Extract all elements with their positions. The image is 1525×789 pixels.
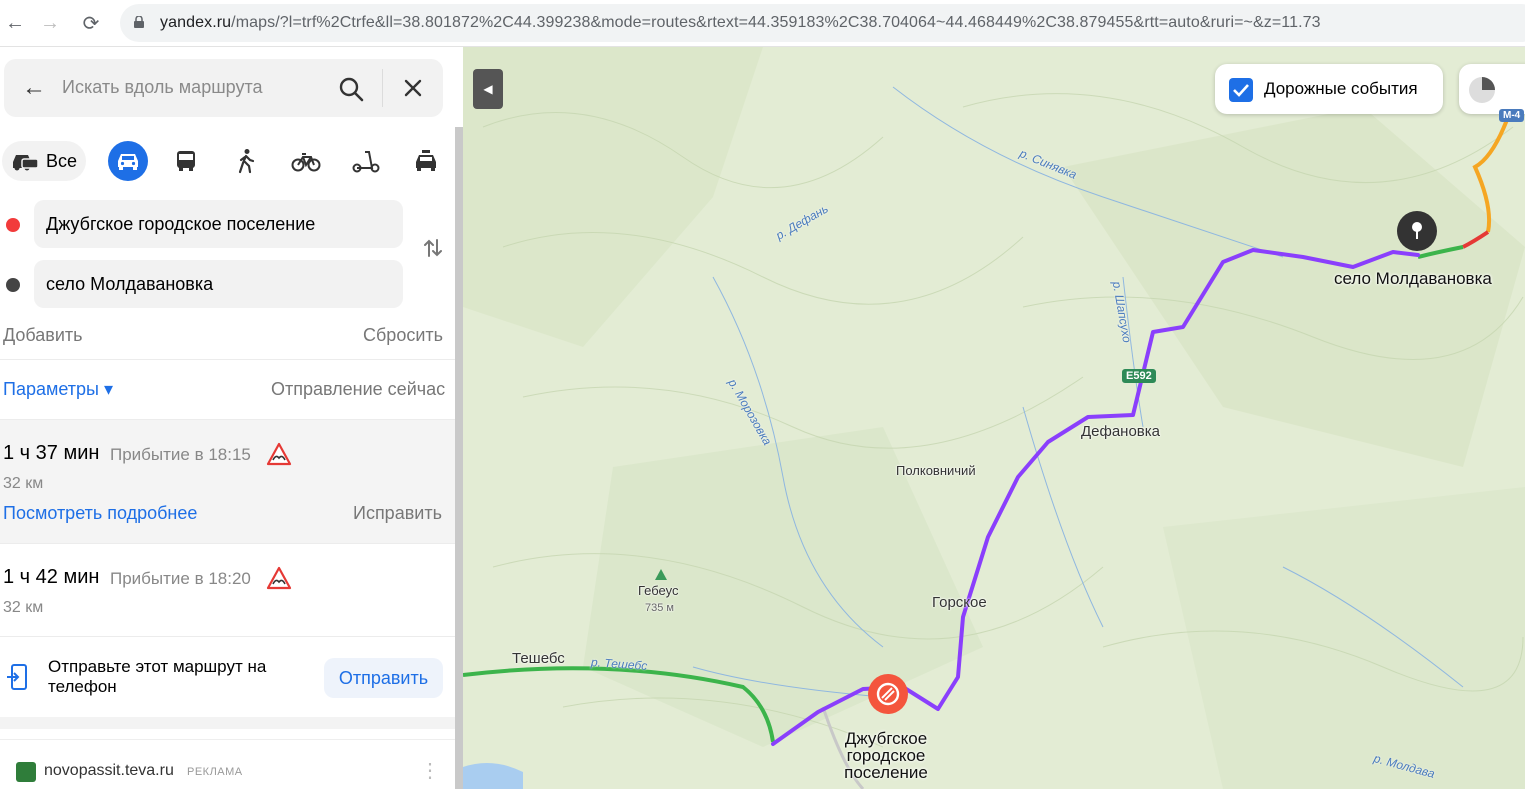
route-fix-link[interactable]: Исправить (353, 503, 442, 524)
route-sidebar: ← Все (0, 47, 463, 789)
close-icon[interactable] (402, 77, 424, 99)
start-label: Джубгское городское поселение (844, 729, 928, 782)
route-search-box: ← (4, 59, 443, 117)
browser-back-icon[interactable]: ← (2, 10, 28, 36)
browser-toolbar: ← → ⟳ yandex.ru/maps/?l=trf%2Ctrfe&ll=38… (0, 0, 1525, 47)
map-terrain (463, 47, 1525, 789)
peak-elevation: 735 м (645, 602, 674, 614)
browser-reload-icon[interactable]: ⟳ (78, 10, 104, 36)
end-point-dot (6, 278, 20, 292)
route-details-link[interactable]: Посмотреть подробнее (3, 503, 197, 524)
scooter-icon (352, 151, 380, 173)
road-events-label: Дорожные события (1264, 79, 1418, 98)
back-arrow-icon[interactable]: ← (22, 76, 46, 100)
mode-car-button[interactable] (108, 141, 148, 181)
place-label: Полковничий (896, 463, 976, 478)
road-badge-m4: М-4 (1499, 109, 1525, 122)
taxi-icon (416, 150, 436, 171)
mode-walk-button[interactable] (226, 141, 266, 181)
lock-icon (134, 16, 144, 28)
more-icon[interactable]: ⋮ (420, 758, 440, 783)
mode-all-button[interactable]: Все (2, 141, 86, 181)
section-gap (0, 717, 455, 729)
destination-label: село Молдавановка (1334, 269, 1492, 288)
route-distance: 32 км (3, 475, 44, 492)
reset-link[interactable]: Сбросить (363, 325, 443, 346)
bicycle-icon (291, 153, 321, 172)
start-point-dot (6, 218, 20, 232)
depart-time-selector[interactable]: Отправление сейчас (271, 379, 445, 400)
mode-all-label: Все (46, 150, 78, 171)
road-events-toggle[interactable]: Дорожные события (1215, 64, 1443, 114)
route-option-2[interactable]: 1 ч 42 мин Прибытие в 18:20 32 км (0, 544, 455, 636)
to-point-field[interactable]: село Молдавановка (34, 260, 403, 308)
divider (0, 359, 463, 360)
start-pin-icon[interactable] (868, 674, 908, 714)
mode-bus-button[interactable] (166, 141, 206, 181)
params-dropdown[interactable]: Параметры ▾ (3, 379, 113, 400)
send-button[interactable]: Отправить (324, 658, 443, 698)
mode-taxi-button[interactable] (406, 141, 446, 181)
road-warning-icon (266, 566, 292, 590)
peak-label: Гебеус (638, 583, 679, 598)
collapse-sidebar-button[interactable]: ◀ (473, 69, 503, 109)
add-point-link[interactable]: Добавить (3, 325, 83, 346)
route-search-input[interactable] (62, 77, 312, 98)
layers-control[interactable] (1459, 64, 1525, 114)
pedestrian-icon (238, 149, 255, 174)
place-label: Дефановка (1081, 423, 1161, 440)
transport-modes: Все (0, 139, 463, 183)
car-icon (118, 154, 138, 170)
search-icon[interactable] (338, 76, 364, 102)
ad-logo (16, 762, 36, 782)
place-label: Тешебс (512, 650, 565, 667)
search-divider (382, 69, 383, 107)
route-duration: 1 ч 37 мин (3, 442, 100, 464)
cars-icon (13, 155, 39, 171)
road-badge-e592: E592 (1122, 369, 1156, 383)
destination-pin-icon[interactable] (1397, 211, 1437, 251)
address-bar[interactable]: yandex.ru/maps/?l=trf%2Ctrfe&ll=38.80187… (120, 4, 1525, 42)
place-label: Горское (932, 594, 987, 611)
send-to-phone-text: Отправьте этот маршрут на телефон (48, 657, 267, 696)
road-warning-icon (266, 442, 292, 466)
url-text: yandex.ru/maps/?l=trf%2Ctrfe&ll=38.80187… (160, 14, 1321, 31)
swap-icon[interactable] (421, 236, 445, 260)
send-to-phone-panel: Отправьте этот маршрут на телефон Отправ… (0, 637, 455, 717)
mode-scooter-button[interactable] (346, 141, 386, 181)
route-distance: 32 км (3, 599, 44, 616)
checkbox-checked-icon[interactable] (1229, 78, 1253, 102)
browser-forward-icon[interactable]: → (37, 10, 63, 36)
ad-host: novopassit.teva.ru (44, 762, 174, 779)
route-option-1[interactable]: 1 ч 37 мин Прибытие в 18:15 32 км Посмот… (0, 420, 455, 543)
bus-icon (177, 151, 195, 171)
mode-bike-button[interactable] (286, 141, 326, 181)
ad-tag: РЕКЛАМА (187, 766, 243, 778)
route-arrival: Прибытие в 18:20 (110, 569, 251, 588)
ad-block[interactable]: novopassit.teva.ru РЕКЛАМА ⋮ (0, 739, 455, 789)
map-canvas[interactable]: ◀ Дорожные события М-4 E592 р. Синявка р… (463, 47, 1525, 789)
route-arrival: Прибытие в 18:15 (110, 445, 251, 464)
traffic-gauge-icon (1469, 77, 1495, 103)
from-point-field[interactable]: Джубгское городское поселение (34, 200, 403, 248)
phone-icon (7, 664, 27, 690)
sidebar-scrollbar[interactable] (455, 127, 463, 789)
route-duration: 1 ч 42 мин (3, 566, 100, 588)
